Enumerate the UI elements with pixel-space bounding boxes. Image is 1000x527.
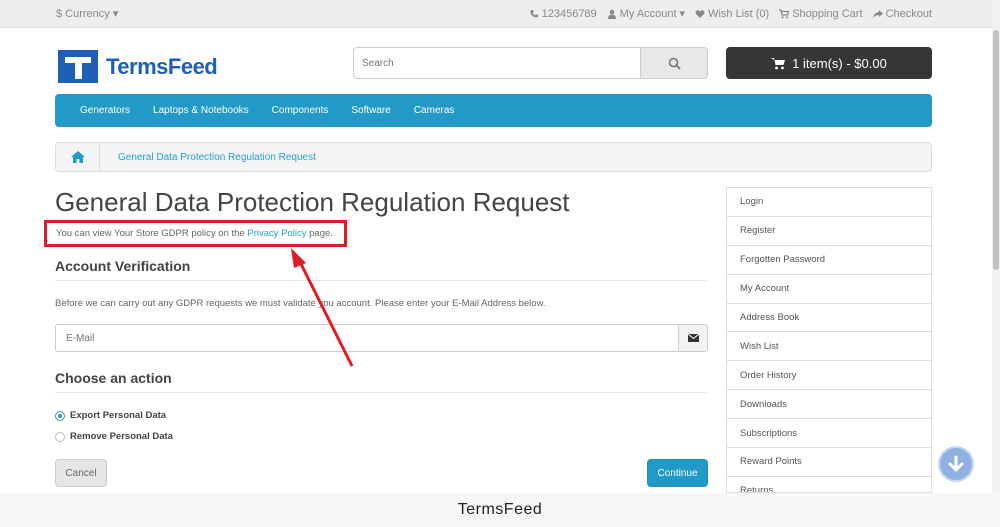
main-nav: Generators Laptops & Notebooks Component… [55, 94, 932, 127]
logo-text: TermsFeed [106, 53, 218, 79]
verify-text: Before we can carry out any GDPR request… [55, 298, 546, 309]
user-icon [607, 9, 616, 19]
option-label: Remove Personal Data [70, 431, 173, 442]
nav-item-cameras[interactable]: Cameras [414, 105, 455, 116]
sidebar-item-forgotten-password[interactable]: Forgotten Password [727, 246, 931, 275]
currency-label: $ Currency [56, 8, 110, 20]
sidebar-item-order-history[interactable]: Order History [727, 361, 931, 391]
home-icon [70, 151, 85, 163]
cancel-button[interactable]: Cancel [55, 459, 107, 487]
currency-dropdown[interactable]: $ Currency ▾ [56, 7, 118, 20]
phone-number: 123456789 [541, 7, 597, 20]
top-links: 123456789 My Account ▾ Wish List (0) Sho… [529, 7, 932, 20]
heart-icon [695, 9, 705, 18]
my-account-link[interactable]: My Account ▾ [607, 7, 685, 20]
intro-suffix: page. [306, 228, 333, 239]
account-verification-title: Account Verification [55, 258, 191, 274]
sidebar-item-register[interactable]: Register [727, 217, 931, 246]
privacy-policy-link[interactable]: Privacy Policy [247, 228, 306, 239]
logo[interactable]: TermsFeed [58, 50, 218, 83]
top-bar: $ Currency ▾ 123456789 My Account ▾ Wish… [0, 0, 1000, 28]
sidebar-item-address-book[interactable]: Address Book [727, 304, 931, 333]
email-field[interactable] [55, 324, 678, 352]
nav-item-software[interactable]: Software [351, 105, 390, 116]
continue-button[interactable]: Continue [647, 459, 708, 487]
divider [55, 280, 707, 281]
sidebar-item-login[interactable]: Login [727, 188, 931, 217]
sidebar-item-subscriptions[interactable]: Subscriptions [727, 419, 931, 449]
nav-item-laptops-notebooks[interactable]: Laptops & Notebooks [153, 105, 249, 116]
intro-prefix: You can view Your Store GDPR policy on t… [56, 228, 248, 239]
shopping-cart-link[interactable]: Shopping Cart [779, 7, 863, 20]
gdpr-intro-text: You can view Your Store GDPR policy on t… [56, 228, 333, 239]
cart-label: 1 item(s) - $0.00 [792, 55, 887, 71]
cart-icon [779, 8, 790, 18]
arrow-down-icon [948, 455, 964, 472]
choose-action-title: Choose an action [55, 370, 172, 386]
email-field-group [55, 324, 708, 352]
sidebar-item-reward-points[interactable]: Reward Points [727, 448, 931, 477]
email-addon [678, 324, 708, 352]
page-title: General Data Protection Regulation Reque… [55, 187, 570, 217]
sidebar-item-returns[interactable]: Returns [727, 477, 931, 492]
checkout-link[interactable]: Checkout [872, 7, 932, 20]
sidebar-item-downloads[interactable]: Downloads [727, 390, 931, 420]
phone-icon [530, 9, 538, 17]
cart-button[interactable]: 1 item(s) - $0.00 [726, 47, 932, 79]
breadcrumb-home[interactable] [56, 143, 100, 171]
wishlist-label: Wish List (0) [708, 7, 770, 20]
option-export-personal-data[interactable]: Export Personal Data [55, 410, 166, 421]
search-button[interactable] [640, 47, 708, 79]
account-sidebar: Login Register Forgotten Password My Acc… [726, 187, 932, 493]
nav-item-components[interactable]: Components [272, 105, 329, 116]
share-icon [872, 9, 883, 18]
radio-remove[interactable] [55, 431, 65, 442]
footer-caption: TermsFeed [0, 493, 1000, 527]
nav-item-generators[interactable]: Generators [80, 105, 130, 116]
cart-icon [771, 57, 786, 69]
phone-link[interactable]: 123456789 [529, 7, 597, 20]
search-bar [353, 47, 708, 79]
checkout-label: Checkout [885, 7, 932, 20]
search-input[interactable] [353, 47, 640, 79]
sidebar-item-wish-list[interactable]: Wish List [727, 332, 931, 362]
sidebar-item-my-account[interactable]: My Account [727, 275, 931, 304]
envelope-icon [687, 334, 699, 342]
scrollbar-thumb[interactable] [993, 30, 999, 270]
my-account-label: My Account [619, 7, 677, 20]
page-scrollbar[interactable] [992, 0, 1000, 493]
caret-down-icon: ▾ [112, 8, 119, 20]
caret-down-icon: ▾ [679, 8, 686, 20]
option-remove-personal-data[interactable]: Remove Personal Data [55, 431, 173, 442]
breadcrumb: General Data Protection Regulation Reque… [55, 142, 932, 172]
shopping-cart-label: Shopping Cart [792, 7, 863, 20]
wishlist-link[interactable]: Wish List (0) [695, 7, 769, 20]
scroll-down-button[interactable] [938, 446, 974, 482]
search-icon [668, 57, 681, 70]
radio-export[interactable] [55, 410, 65, 421]
breadcrumb-current[interactable]: General Data Protection Regulation Reque… [100, 152, 316, 163]
option-label: Export Personal Data [70, 410, 167, 421]
termsfeed-logo-icon [58, 50, 98, 83]
divider [55, 392, 707, 393]
